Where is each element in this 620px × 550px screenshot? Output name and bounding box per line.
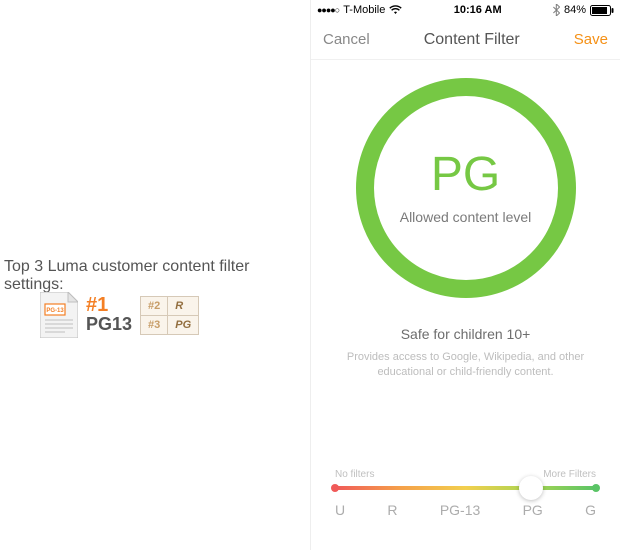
slider-tick: PG [523, 502, 543, 518]
battery-icon [590, 5, 614, 16]
marketing-headline: Top 3 Luma customer content filter setti… [4, 258, 310, 294]
filter-slider[interactable]: No filters More Filters U R PG-13 PG G [335, 469, 596, 518]
slider-tick: PG-13 [440, 502, 480, 518]
cancel-button[interactable]: Cancel [323, 31, 370, 48]
description-text: Provides access to Google, Wikipedia, an… [346, 350, 586, 381]
rankings-infographic: PG-13 #1 PG13 #2 R #3 PG [40, 292, 199, 338]
slider-tick: U [335, 502, 345, 518]
carrier-label: T-Mobile [343, 4, 385, 16]
rating-dial[interactable]: PG Allowed content level [356, 78, 576, 298]
rating-dial-ring: PG Allowed content level [356, 78, 576, 298]
rank-index: #3 [141, 315, 168, 334]
rank-1-label: PG13 [86, 315, 132, 335]
slider-label-right: More Filters [543, 469, 596, 480]
status-bar: ●●●●○ T-Mobile 10:16 AM 84% [311, 0, 620, 20]
svg-text:PG-13: PG-13 [46, 308, 64, 314]
slider-end-dot-left [331, 484, 339, 492]
signal-dots-icon: ●●●●○ [317, 5, 339, 15]
rank-1-block: #1 PG13 [86, 295, 132, 335]
slider-tick: R [387, 502, 397, 518]
document-pg13-icon: PG-13 [40, 292, 78, 338]
page-title: Content Filter [424, 31, 520, 49]
rank-value: R [168, 296, 199, 315]
slider-thumb[interactable] [519, 476, 543, 500]
rank-1-number: #1 [86, 295, 108, 315]
status-time: 10:16 AM [454, 4, 502, 16]
rank-value: PG [168, 315, 199, 334]
safe-for-line: Safe for children 10+ [311, 326, 620, 342]
status-right: 84% [553, 4, 614, 16]
slider-end-labels: No filters More Filters [335, 469, 596, 480]
slider-label-left: No filters [335, 469, 374, 480]
marketing-panel: Top 3 Luma customer content filter setti… [0, 0, 310, 550]
table-row: #3 PG [141, 315, 199, 334]
rating-caption: Allowed content level [400, 209, 532, 225]
table-row: #2 R [141, 296, 199, 315]
nav-bar: Cancel Content Filter Save [311, 20, 620, 60]
rank-table: #2 R #3 PG [140, 296, 199, 335]
status-left: ●●●●○ T-Mobile [317, 4, 402, 16]
save-button[interactable]: Save [574, 31, 608, 48]
rating-value: PG [431, 151, 500, 199]
phone-screen: ●●●●○ T-Mobile 10:16 AM 84% [310, 0, 620, 550]
bluetooth-icon [553, 4, 560, 16]
rank-index: #2 [141, 296, 168, 315]
battery-pct: 84% [564, 4, 586, 16]
slider-track[interactable] [335, 486, 596, 490]
slider-end-dot-right [592, 484, 600, 492]
wifi-icon [389, 5, 402, 15]
slider-tick: G [585, 502, 596, 518]
slider-tick-labels: U R PG-13 PG G [335, 502, 596, 518]
